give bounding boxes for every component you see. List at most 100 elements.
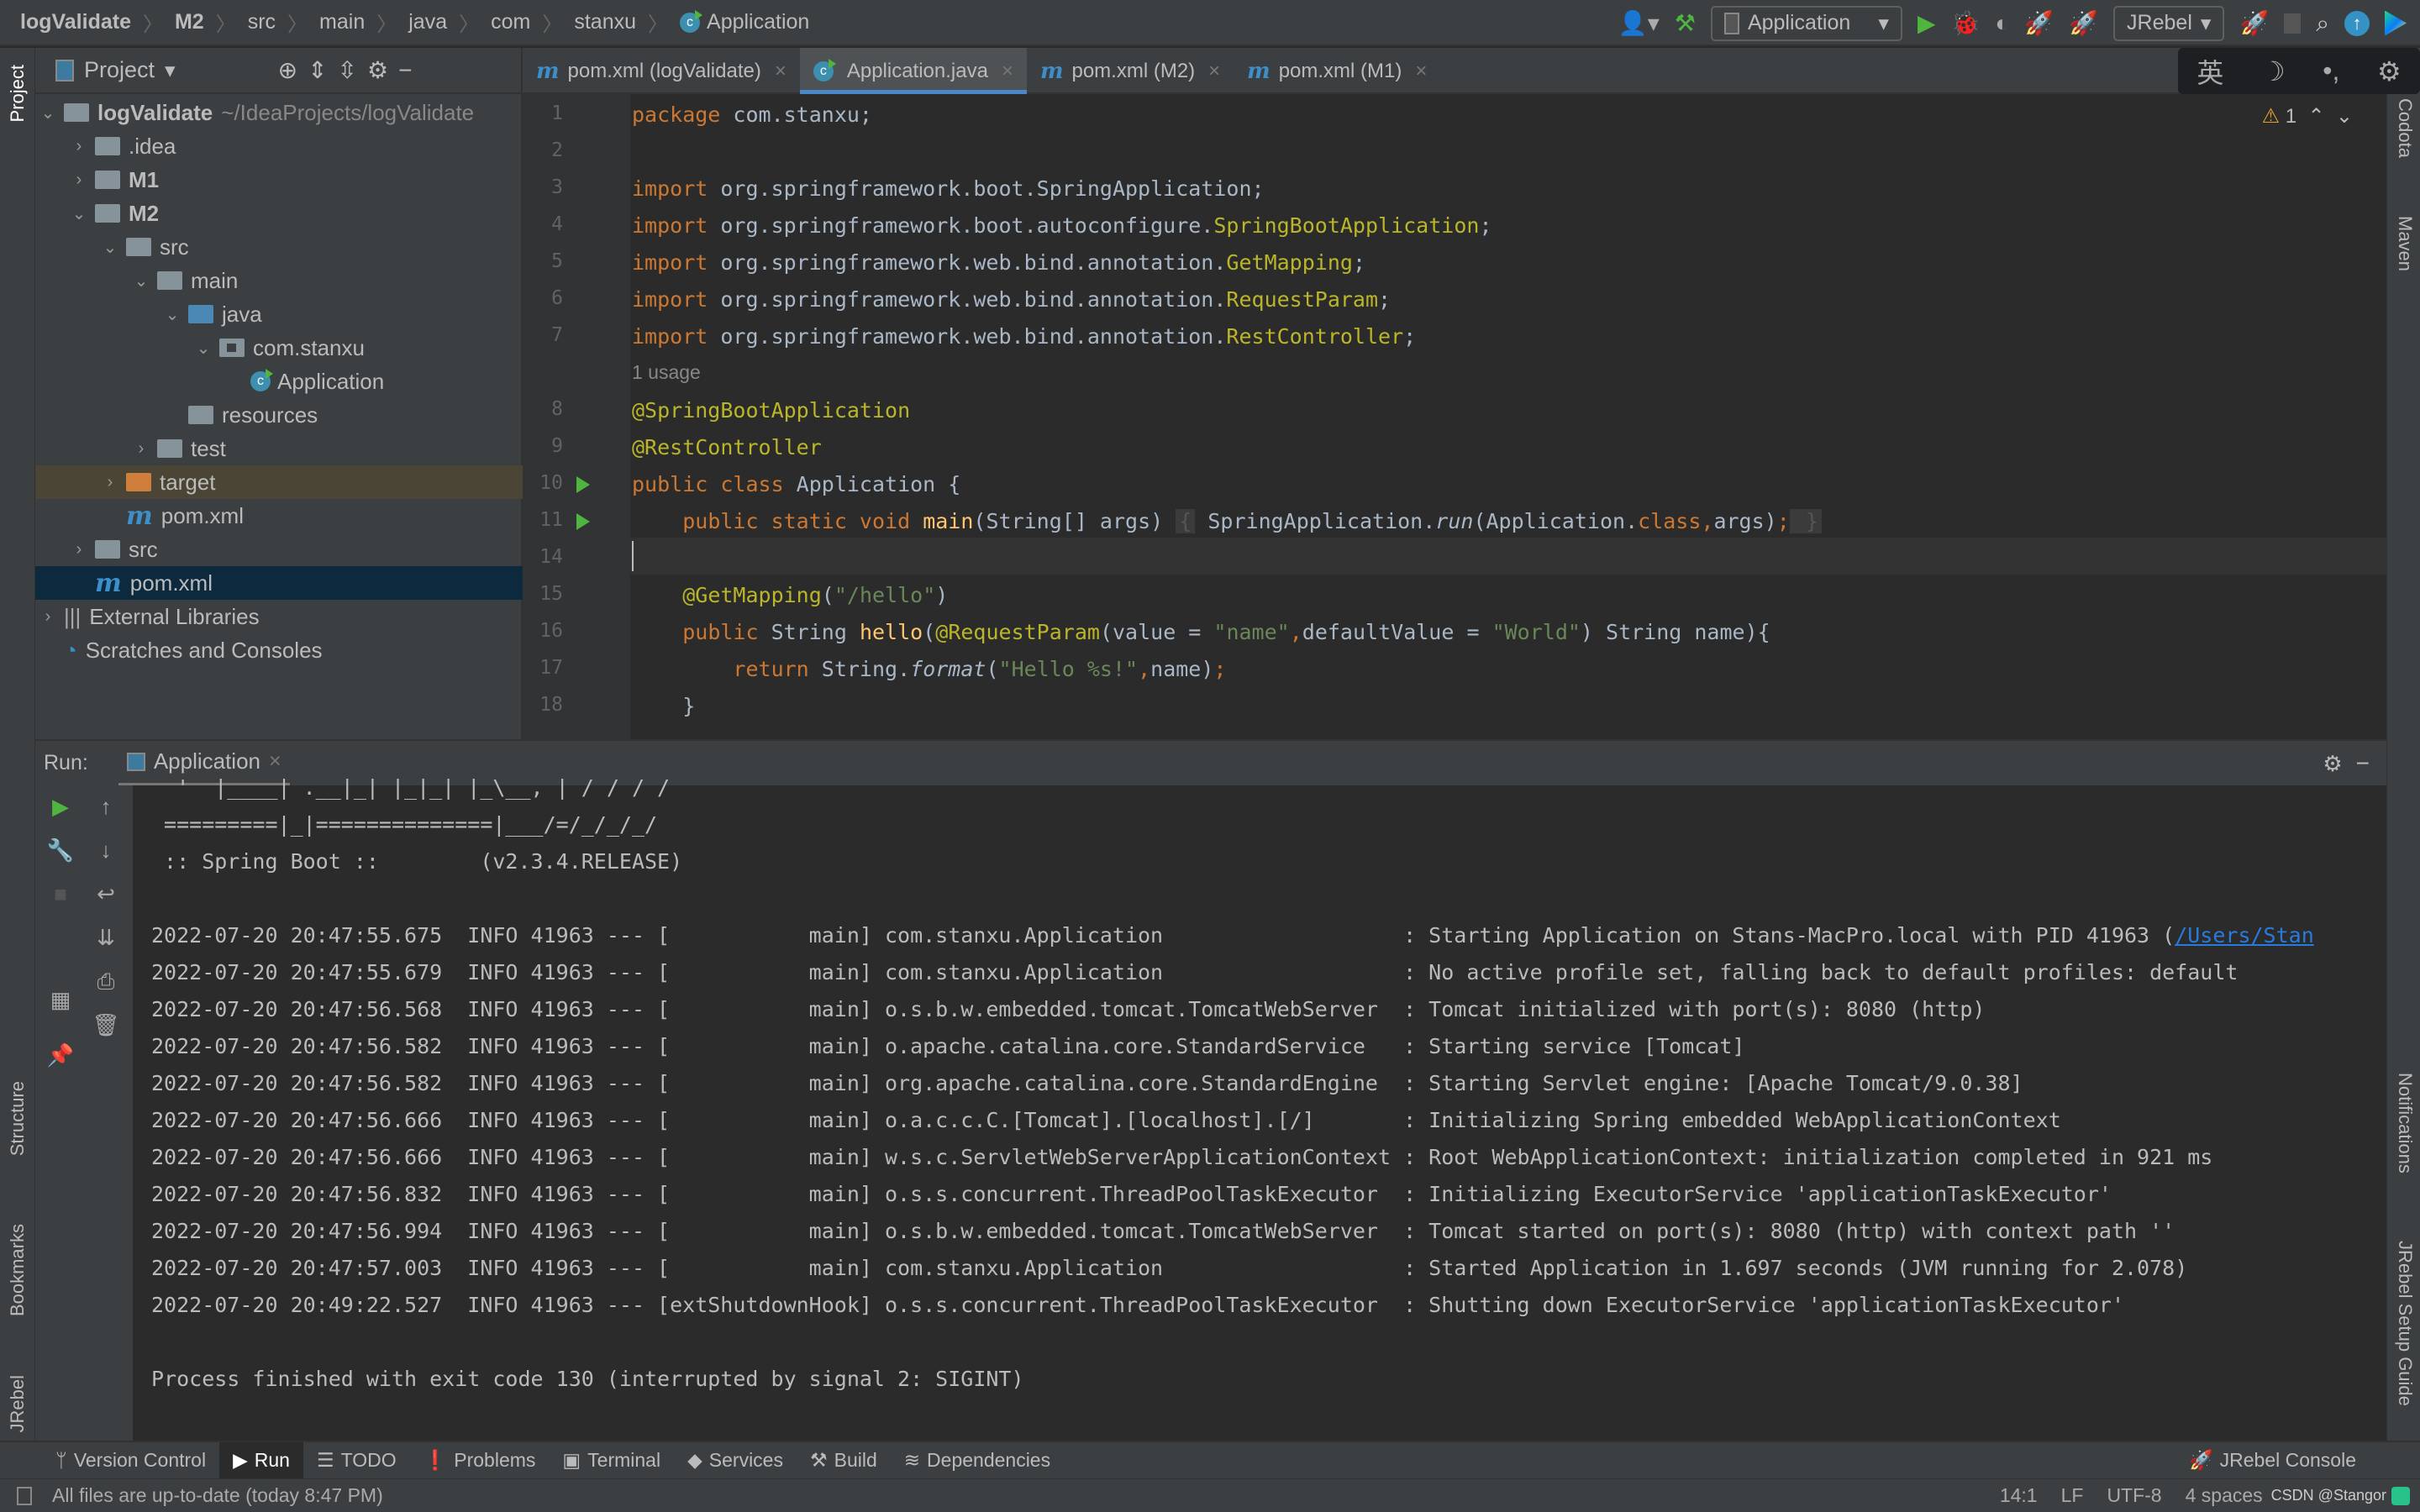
stop-icon[interactable]: ■ [44,881,77,907]
tree-item[interactable]: m pom.xml [35,566,523,600]
tree-item[interactable]: ⌄ M2 [35,197,523,230]
chevron-down-icon[interactable]: ⌄ [39,102,57,123]
chevron-down-icon[interactable]: ▾ [165,58,176,83]
toggle-tool-windows-icon[interactable] [17,1486,32,1505]
build-hammer-icon[interactable]: ⚒ [1675,11,1696,35]
breadcrumb-item[interactable]: src [248,10,276,34]
scroll-to-end-icon[interactable]: ⇊ [89,925,123,951]
user-icon[interactable]: 👤▾ [1618,11,1660,35]
chevron-down-icon[interactable]: ⌄ [101,237,119,258]
tool-window-version-control[interactable]: ᛘ Version Control [42,1442,219,1478]
codota-tool-button[interactable]: Codota [2394,98,2416,158]
run-icon[interactable]: ▶ [1918,11,1936,35]
tool-window-dependencies[interactable]: ≋ Dependencies [891,1442,1064,1478]
breadcrumb-item[interactable]: main [319,10,365,34]
expand-all-icon[interactable]: ⇕ [308,58,327,82]
project-tool-button[interactable]: Project [7,65,29,122]
update-icon[interactable]: ↑ [2344,10,2370,36]
tree-item[interactable]: › ||| External Libraries [35,600,523,633]
jrebel-run-icon[interactable]: 🚀 [2024,11,2054,35]
debug-icon[interactable]: 🐞 [1951,11,1981,35]
tool-window-run[interactable]: ▶ Run [219,1442,303,1478]
chevron-down-icon[interactable]: ⌄ [70,203,88,224]
jetbrains-logo-icon[interactable] [2385,10,2407,36]
jrebel-console-button[interactable]: 🚀 JRebel Console [2175,1442,2370,1478]
trash-icon[interactable]: 🗑 [89,1012,123,1038]
notifications-tool-button[interactable]: Notifications [2394,1073,2416,1173]
tool-window-problems[interactable]: ❗ Problems [410,1442,550,1478]
editor-tab[interactable]: c Application.java × [799,48,1028,94]
caret-position[interactable]: 14:1 [2000,1484,2038,1507]
line-separator[interactable]: LF [2061,1484,2084,1507]
lock-icon[interactable] [2391,1486,2410,1505]
editor-tab[interactable]: m pom.xml (M2) × [1027,48,1234,94]
rerun-icon[interactable]: ▶ [44,794,77,820]
tool-window-services[interactable]: ◆ Services [674,1442,797,1478]
gear-icon[interactable]: ⚙ [2377,55,2402,87]
chevron-down-icon[interactable]: ⌄ [163,304,182,325]
file-encoding[interactable]: UTF-8 [2107,1484,2161,1507]
breadcrumb-item[interactable]: stanxu [574,10,636,34]
console-link[interactable]: /Users/Stan [2175,923,2314,948]
tree-item[interactable]: › test [35,432,523,465]
editor-tab[interactable]: m pom.xml (M1) × [1234,48,1440,94]
close-icon[interactable]: × [1002,60,1013,83]
chevron-right-icon[interactable]: › [70,171,88,190]
tool-window-todo[interactable]: ☰ TODO [303,1442,410,1478]
indent-setting[interactable]: 4 spaces [2186,1484,2263,1507]
run-config-select[interactable]: Application ▾ [1710,5,1902,41]
tree-item[interactable]: m pom.xml [35,499,523,533]
tree-item[interactable]: ⌄ main [35,264,523,297]
jrebel-tool-button[interactable]: JRebel [7,1375,29,1432]
structure-tool-button[interactable]: Structure [7,1081,29,1156]
tree-item[interactable]: c Application [35,365,523,398]
close-icon[interactable]: × [269,749,281,774]
tree-item[interactable]: › target [35,465,523,499]
chevron-down-icon[interactable]: ⌄ [132,270,150,291]
hide-icon[interactable]: − [398,58,412,82]
tree-item[interactable]: › src [35,533,523,566]
bookmarks-tool-button[interactable]: Bookmarks [7,1224,29,1316]
punctuation-icon[interactable]: •, [2323,55,2339,87]
tool-window-terminal[interactable]: ▣ Terminal [549,1442,674,1478]
moon-icon[interactable]: ☽ [2261,55,2286,87]
chevron-right-icon[interactable]: › [101,473,119,492]
soft-wrap-icon[interactable]: ↩ [89,881,123,907]
breadcrumb-item[interactable]: java [408,10,447,34]
jrebel-select[interactable]: JRebel ▾ [2113,5,2225,41]
chevron-right-icon[interactable]: › [39,607,57,627]
ime-language[interactable]: 英 [2196,52,2223,91]
project-view-select[interactable]: Project [84,57,155,83]
wrench-icon[interactable]: 🔧 [44,837,77,864]
stop-icon[interactable] [2284,13,2302,34]
tree-item[interactable]: ⌄ src [35,230,523,264]
tree-item[interactable]: › M1 [35,163,523,197]
run-console[interactable]: ▶ ↑ 🔧 ↓ ■ ↩ ⇊ ⎙ ▦ 🗑 📌 ' |____| .__|_| |_… [35,775,2386,1441]
close-icon[interactable]: × [1415,60,1427,83]
inspection-widget[interactable]: ⚠ 1 ⌃ ⌄ [2262,104,2353,129]
tree-item[interactable]: ⌄ com.stanxu [35,331,523,365]
down-icon[interactable]: ↓ [89,837,123,864]
tree-item[interactable]: ◔ Scratches and Consoles [35,633,523,667]
tree-item[interactable]: ⌄ logValidate ~/IdeaProjects/logValidate [35,96,523,129]
pin-icon[interactable]: 📌 [44,1042,77,1068]
collapse-all-icon[interactable]: ⇳ [338,58,357,82]
code-editor[interactable]: 1 2 3 4 5 6 7 8 9 10 11 14 15 16 17 18 ⚠ 1 ⌃ ⌄ package … [523,94,2386,739]
print-icon[interactable]: ⎙ [89,969,123,995]
gear-icon[interactable]: ⚙ [2323,753,2342,774]
chevron-right-icon[interactable]: › [70,137,88,156]
up-icon[interactable]: ↑ [89,794,123,820]
jrebel-setup-tool-button[interactable]: JRebel Setup Guide [2394,1241,2416,1406]
search-icon[interactable]: ⌕ [2316,11,2329,35]
maven-tool-button[interactable]: Maven [2394,216,2416,271]
locate-icon[interactable]: ⊕ [278,58,297,82]
tree-item[interactable]: ⌄ java [35,297,523,331]
breadcrumb-item[interactable]: Application [707,10,809,34]
run-gutter-icon[interactable] [576,476,590,493]
tree-item[interactable]: › .idea [35,129,523,163]
close-icon[interactable]: × [1208,60,1220,83]
tree-item[interactable]: resources [35,398,523,432]
layout-icon[interactable]: ▦ [44,987,77,1013]
chevron-down-icon[interactable]: ⌄ [194,338,213,359]
tool-window-build[interactable]: ⚒ Build [797,1442,891,1478]
